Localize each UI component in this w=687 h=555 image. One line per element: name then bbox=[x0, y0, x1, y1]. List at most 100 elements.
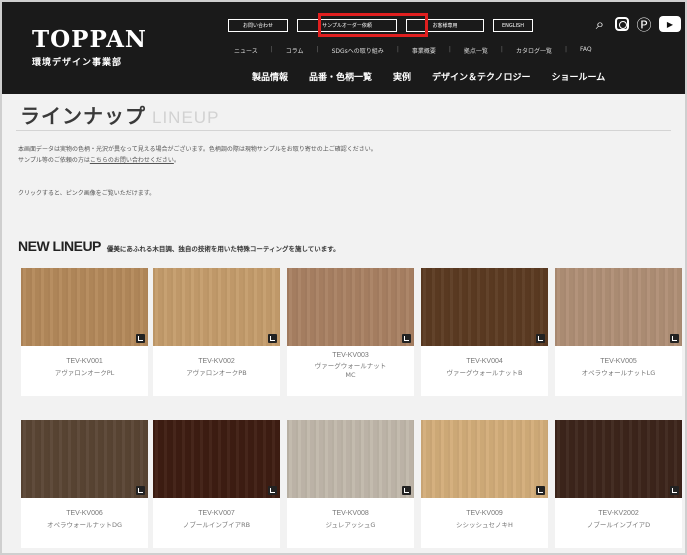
product-name: ヴァーグウォールナットB bbox=[446, 369, 523, 377]
pinterest-icon[interactable]: Ⓟ bbox=[635, 15, 653, 34]
youtube-icon[interactable]: ▶ bbox=[659, 16, 681, 32]
intro-line-3: クリックすると、ピンク画像をご覧いただけます。 bbox=[18, 190, 156, 197]
title-divider bbox=[16, 130, 671, 131]
subnav-catalog[interactable]: カタログ一覧 bbox=[516, 46, 552, 55]
intro-line-1: 本画面データは実物の色柄・光沢が異なって見える場合がございます。色柄調の際は現物… bbox=[18, 146, 377, 153]
product-card[interactable]: TEV-KV005 オペラウォールナットLG bbox=[555, 268, 682, 396]
main-navigation: 製品情報 品番・色柄一覧 実例 デザイン＆テクノロジー ショールーム bbox=[252, 70, 626, 83]
product-card[interactable]: TEV-KV002 アヴァロンオークPB bbox=[153, 268, 280, 396]
product-name: アヴァロンオークPL bbox=[54, 369, 115, 377]
product-code: TEV-KV008 bbox=[332, 510, 369, 517]
product-name: ヴァーグウォールナット MC bbox=[314, 362, 387, 379]
product-code: TEV-KV006 bbox=[66, 510, 103, 517]
product-name: ノブールインブイアRB bbox=[182, 521, 251, 529]
enlarge-icon[interactable] bbox=[536, 486, 545, 495]
new-lineup-description: 優美にあふれる木目調、独自の技術を用いた特殊コーティングを施しています。 bbox=[106, 245, 340, 253]
product-code: TEV-KV001 bbox=[66, 358, 103, 365]
brand-sub: 環境デザイン事業部 bbox=[32, 58, 123, 68]
product-swatch[interactable] bbox=[153, 268, 280, 346]
product-swatch[interactable] bbox=[21, 420, 148, 498]
intro-text: 本画面データは実物の色柄・光沢が異なって見える場合がございます。色柄調の際は現物… bbox=[18, 144, 377, 166]
wood-grain-texture bbox=[421, 420, 548, 498]
product-name: オペラウォールナットDG bbox=[46, 521, 123, 529]
wood-grain-texture bbox=[287, 420, 414, 498]
product-swatch[interactable] bbox=[287, 268, 414, 346]
subnav-column[interactable]: コラム bbox=[286, 46, 304, 55]
enlarge-icon[interactable] bbox=[670, 334, 679, 343]
product-swatch[interactable] bbox=[153, 420, 280, 498]
wood-grain-texture bbox=[21, 268, 148, 346]
enlarge-icon[interactable] bbox=[136, 334, 145, 343]
wood-grain-texture bbox=[21, 420, 148, 498]
product-code: TEV-KV005 bbox=[600, 358, 637, 365]
product-name: アヴァロンオークPB bbox=[186, 369, 247, 377]
search-icon[interactable]: ⌕ bbox=[591, 15, 609, 33]
product-code: TEV-KV007 bbox=[198, 510, 235, 517]
wood-grain-texture bbox=[555, 420, 682, 498]
product-swatch[interactable] bbox=[421, 420, 548, 498]
nav-colors[interactable]: 品番・色柄一覧 bbox=[309, 70, 372, 83]
product-name: シシッシュセノキH bbox=[456, 521, 513, 529]
page-title: ラインナップ LINEUP bbox=[20, 100, 219, 129]
product-swatch[interactable] bbox=[555, 420, 682, 498]
intro-line-2-suffix: 。 bbox=[173, 157, 180, 164]
sub-navigation: ニュース | コラム | SDGsへの取り組み | 事業概要 | 拠点一覧 | カタログ一… bbox=[234, 46, 592, 55]
product-card[interactable]: TEV-KV001 アヴァロンオークPL bbox=[21, 268, 148, 396]
intro-line-2: サンプル等のご依頼の方はこちらのお問い合わせください。 bbox=[18, 155, 377, 166]
product-swatch[interactable] bbox=[421, 268, 548, 346]
product-card[interactable]: TEV-KV004 ヴァーグウォールナットB bbox=[421, 268, 548, 396]
subnav-sdgs[interactable]: SDGsへの取り組み bbox=[332, 46, 384, 55]
product-card[interactable]: TEV-KV2002 ノブールインブイアD bbox=[555, 420, 682, 548]
product-swatch[interactable] bbox=[555, 268, 682, 346]
instagram-icon[interactable] bbox=[615, 17, 629, 31]
brand-logo[interactable]: TOPPAN 環境デザイン事業部 bbox=[32, 26, 147, 69]
brand-main: TOPPAN bbox=[32, 26, 147, 53]
header-icons: ⌕ Ⓟ ▶ bbox=[591, 15, 685, 34]
product-name: オペラウォールナットLG bbox=[581, 369, 656, 377]
product-swatch[interactable] bbox=[21, 268, 148, 346]
nav-cases[interactable]: 実例 bbox=[393, 70, 411, 83]
product-code: TEV-KV004 bbox=[466, 358, 503, 365]
product-name: ノブールインブイアD bbox=[586, 521, 651, 529]
product-code: TEV-KV009 bbox=[466, 510, 503, 517]
enlarge-icon[interactable] bbox=[136, 486, 145, 495]
subnav-locations[interactable]: 拠点一覧 bbox=[464, 46, 488, 55]
intro-line-2-prefix: サンプル等のご依頼の方は bbox=[18, 157, 90, 164]
subnav-faq[interactable]: FAQ bbox=[580, 46, 592, 55]
sample-order-highlight bbox=[318, 13, 428, 37]
enlarge-icon[interactable] bbox=[670, 486, 679, 495]
nav-design-tech[interactable]: デザイン＆テクノロジー bbox=[432, 70, 530, 83]
site-header: TOPPAN 環境デザイン事業部 お問い合わせ サンプルオーダー依頼 お客様専用… bbox=[2, 2, 685, 94]
enlarge-icon[interactable] bbox=[536, 334, 545, 343]
wood-grain-texture bbox=[421, 268, 548, 346]
wood-grain-texture bbox=[153, 420, 280, 498]
page-title-en: LINEUP bbox=[152, 108, 220, 127]
page-title-ja: ラインナップ bbox=[20, 104, 146, 128]
product-card[interactable]: TEV-KV007 ノブールインブイアRB bbox=[153, 420, 280, 548]
contact-link[interactable]: こちらのお問い合わせください bbox=[90, 157, 174, 164]
product-code: TEV-KV2002 bbox=[598, 510, 639, 517]
product-swatch[interactable] bbox=[287, 420, 414, 498]
contact-button[interactable]: お問い合わせ bbox=[228, 19, 288, 32]
enlarge-icon[interactable] bbox=[268, 334, 277, 343]
new-lineup-title: NEW LINEUP bbox=[18, 238, 101, 254]
product-name: ジュレアッシュG bbox=[325, 521, 376, 529]
subnav-news[interactable]: ニュース bbox=[234, 46, 258, 55]
enlarge-icon[interactable] bbox=[268, 486, 277, 495]
enlarge-icon[interactable] bbox=[402, 486, 411, 495]
product-card[interactable]: TEV-KV009 シシッシュセノキH bbox=[421, 420, 548, 548]
product-card[interactable]: TEV-KV006 オペラウォールナットDG bbox=[21, 420, 148, 548]
subnav-business[interactable]: 事業概要 bbox=[412, 46, 436, 55]
product-card[interactable]: TEV-KV003 ヴァーグウォールナット MC bbox=[287, 268, 414, 396]
product-code: TEV-KV002 bbox=[198, 358, 235, 365]
product-card[interactable]: TEV-KV008 ジュレアッシュG bbox=[287, 420, 414, 548]
wood-grain-texture bbox=[287, 268, 414, 346]
nav-showroom[interactable]: ショールーム bbox=[552, 70, 606, 83]
enlarge-icon[interactable] bbox=[402, 334, 411, 343]
nav-products[interactable]: 製品情報 bbox=[252, 70, 288, 83]
wood-grain-texture bbox=[555, 268, 682, 346]
new-lineup-heading: NEW LINEUP 優美にあふれる木目調、独自の技術を用いた特殊コーティングを… bbox=[18, 238, 340, 254]
page-frame: TOPPAN 環境デザイン事業部 お問い合わせ サンプルオーダー依頼 お客様専用… bbox=[0, 0, 687, 555]
english-button[interactable]: ENGLISH bbox=[493, 19, 533, 32]
product-code: TEV-KV003 bbox=[332, 352, 369, 359]
